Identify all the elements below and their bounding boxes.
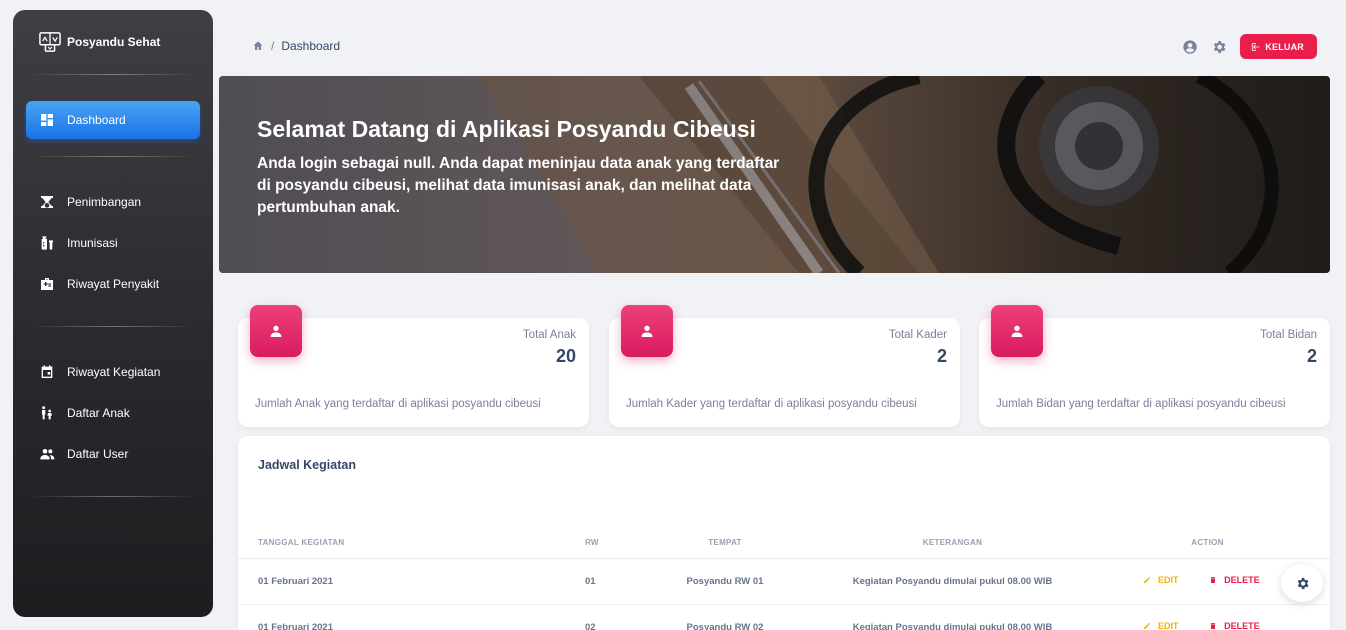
sidebar-item-label: Dashboard bbox=[67, 113, 126, 127]
column-header-note: KETERANGAN bbox=[820, 528, 1085, 559]
stat-value: 2 bbox=[1306, 346, 1317, 366]
topbar-actions: KELUAR bbox=[1182, 34, 1317, 59]
logout-button[interactable]: KELUAR bbox=[1240, 34, 1317, 59]
stat-label: Total Bidan bbox=[1260, 329, 1317, 341]
logout-icon bbox=[1252, 42, 1260, 51]
cell-note: Kegiatan Posyandu dimulai pukul 08.00 WI… bbox=[820, 604, 1085, 630]
edit-button[interactable]: EDIT bbox=[1143, 621, 1179, 630]
column-header-rw: RW bbox=[565, 528, 630, 559]
stat-value: 20 bbox=[555, 346, 576, 366]
schedule-title: Jadwal Kegiatan bbox=[258, 458, 356, 472]
person-icon bbox=[991, 305, 1043, 357]
sidebar-item-daftar-anak[interactable]: Daftar Anak bbox=[26, 394, 200, 432]
edit-label: EDIT bbox=[1158, 621, 1179, 630]
cell-action: EDIT DELETE bbox=[1085, 604, 1330, 630]
family-icon bbox=[38, 404, 56, 422]
posyandu-logo-icon bbox=[39, 32, 61, 52]
stat-description: Jumlah Bidan yang terdaftar di aplikasi … bbox=[996, 398, 1286, 410]
sidebar-item-label: Daftar User bbox=[67, 447, 129, 461]
scale-icon bbox=[38, 193, 56, 211]
table-row: 01 Februari 2021 02 Posyandu RW 02 Kegia… bbox=[238, 604, 1330, 630]
cell-rw: 01 bbox=[565, 558, 630, 605]
app-name: Posyandu Sehat bbox=[67, 35, 161, 49]
column-header-place: TEMPAT bbox=[630, 528, 820, 559]
person-icon bbox=[621, 305, 673, 357]
sidebar-item-label: Riwayat Kegiatan bbox=[67, 365, 161, 379]
sidebar: Posyandu Sehat Dashboard Penimbangan Imu… bbox=[13, 10, 213, 617]
stat-label: Total Anak bbox=[522, 329, 576, 341]
breadcrumb-current: Dashboard bbox=[281, 39, 341, 53]
breadcrumb: / Dashboard bbox=[252, 39, 340, 53]
edit-label: EDIT bbox=[1158, 575, 1179, 585]
sidebar-item-riwayat-kegiatan[interactable]: Riwayat Kegiatan bbox=[26, 353, 200, 391]
sidebar-item-label: Penimbangan bbox=[67, 195, 142, 209]
delete-button[interactable]: DELETE bbox=[1209, 575, 1260, 585]
cell-date: 01 Februari 2021 bbox=[238, 604, 565, 630]
column-header-date: TANGGAL KEGIATAN bbox=[238, 528, 565, 559]
sidebar-item-label: Riwayat Penyakit bbox=[67, 277, 160, 291]
medical-kit-icon bbox=[38, 275, 56, 293]
brand[interactable]: Posyandu Sehat bbox=[13, 10, 213, 74]
banner-subtitle: Anda login sebagai null. Anda dapat meni… bbox=[257, 155, 780, 216]
settings-gear-icon[interactable] bbox=[1211, 39, 1227, 55]
trash-icon bbox=[1210, 577, 1216, 583]
home-icon[interactable] bbox=[252, 40, 264, 52]
cell-rw: 02 bbox=[565, 604, 630, 630]
sidebar-item-daftar-user[interactable]: Daftar User bbox=[26, 435, 200, 473]
stat-card-total-anak: Total Anak 20 Jumlah Anak yang terdaftar… bbox=[238, 305, 589, 427]
column-header-action: ACTION bbox=[1085, 528, 1330, 559]
sidebar-item-label: Daftar Anak bbox=[67, 406, 130, 420]
person-icon bbox=[250, 305, 302, 357]
cell-note: Kegiatan Posyandu dimulai pukul 08.00 WI… bbox=[820, 558, 1085, 605]
cell-place: Posyandu RW 02 bbox=[630, 604, 820, 630]
stat-label: Total Kader bbox=[888, 329, 947, 341]
welcome-banner: Selamat Datang di Aplikasi Posyandu Cibe… bbox=[219, 76, 1330, 273]
cell-place: Posyandu RW 01 bbox=[630, 558, 820, 605]
sidebar-item-dashboard[interactable]: Dashboard bbox=[26, 101, 200, 139]
stat-card-total-kader: Total Kader 2 Jumlah Kader yang terdafta… bbox=[609, 305, 960, 427]
nav-group-data: Riwayat Kegiatan Daftar Anak Daftar User bbox=[13, 327, 213, 496]
divider bbox=[29, 496, 197, 497]
pencil-icon bbox=[1144, 577, 1150, 583]
configurator-button[interactable] bbox=[1281, 564, 1323, 602]
stat-card-total-bidan: Total Bidan 2 Jumlah Bidan yang terdafta… bbox=[979, 305, 1330, 427]
nav-group-health: Penimbangan Imunisasi Riwayat Penyakit bbox=[13, 157, 213, 326]
cell-date: 01 Februari 2021 bbox=[238, 558, 565, 605]
sidebar-item-imunisasi[interactable]: Imunisasi bbox=[26, 224, 200, 262]
banner-title: Selamat Datang di Aplikasi Posyandu Cibe… bbox=[257, 116, 756, 142]
delete-label: DELETE bbox=[1224, 621, 1260, 630]
vaccine-icon bbox=[38, 234, 56, 252]
nav-group-main: Dashboard bbox=[13, 75, 213, 156]
pencil-icon bbox=[1144, 623, 1150, 629]
delete-label: DELETE bbox=[1224, 575, 1260, 585]
trash-icon bbox=[1210, 623, 1216, 629]
schedule-table: TANGGAL KEGIATAN RW TEMPAT KETERANGAN AC… bbox=[238, 528, 1330, 630]
table-header-row: TANGGAL KEGIATAN RW TEMPAT KETERANGAN AC… bbox=[238, 528, 1330, 559]
table-row: 01 Februari 2021 01 Posyandu RW 01 Kegia… bbox=[238, 558, 1330, 605]
delete-button[interactable]: DELETE bbox=[1209, 621, 1260, 630]
schedule-card: Jadwal Kegiatan TANGGAL KEGIATAN RW TEMP… bbox=[238, 436, 1330, 630]
sidebar-item-label: Imunisasi bbox=[67, 236, 118, 250]
edit-button[interactable]: EDIT bbox=[1143, 575, 1179, 585]
stat-description: Jumlah Anak yang terdaftar di aplikasi p… bbox=[255, 398, 541, 410]
sidebar-item-riwayat-penyakit[interactable]: Riwayat Penyakit bbox=[26, 265, 200, 303]
logout-label: KELUAR bbox=[1265, 41, 1304, 52]
account-circle-icon[interactable] bbox=[1182, 39, 1198, 55]
sidebar-item-penimbangan[interactable]: Penimbangan bbox=[26, 183, 200, 221]
group-icon bbox=[38, 445, 56, 463]
dashboard-icon bbox=[38, 111, 56, 129]
stat-value: 2 bbox=[936, 346, 947, 366]
calendar-icon bbox=[38, 363, 56, 381]
settings-gear-icon bbox=[1297, 577, 1308, 589]
stat-description: Jumlah Kader yang terdaftar di aplikasi … bbox=[626, 398, 917, 410]
banner-text: Selamat Datang di Aplikasi Posyandu Cibe… bbox=[257, 116, 797, 219]
breadcrumb-separator: / bbox=[271, 39, 275, 53]
